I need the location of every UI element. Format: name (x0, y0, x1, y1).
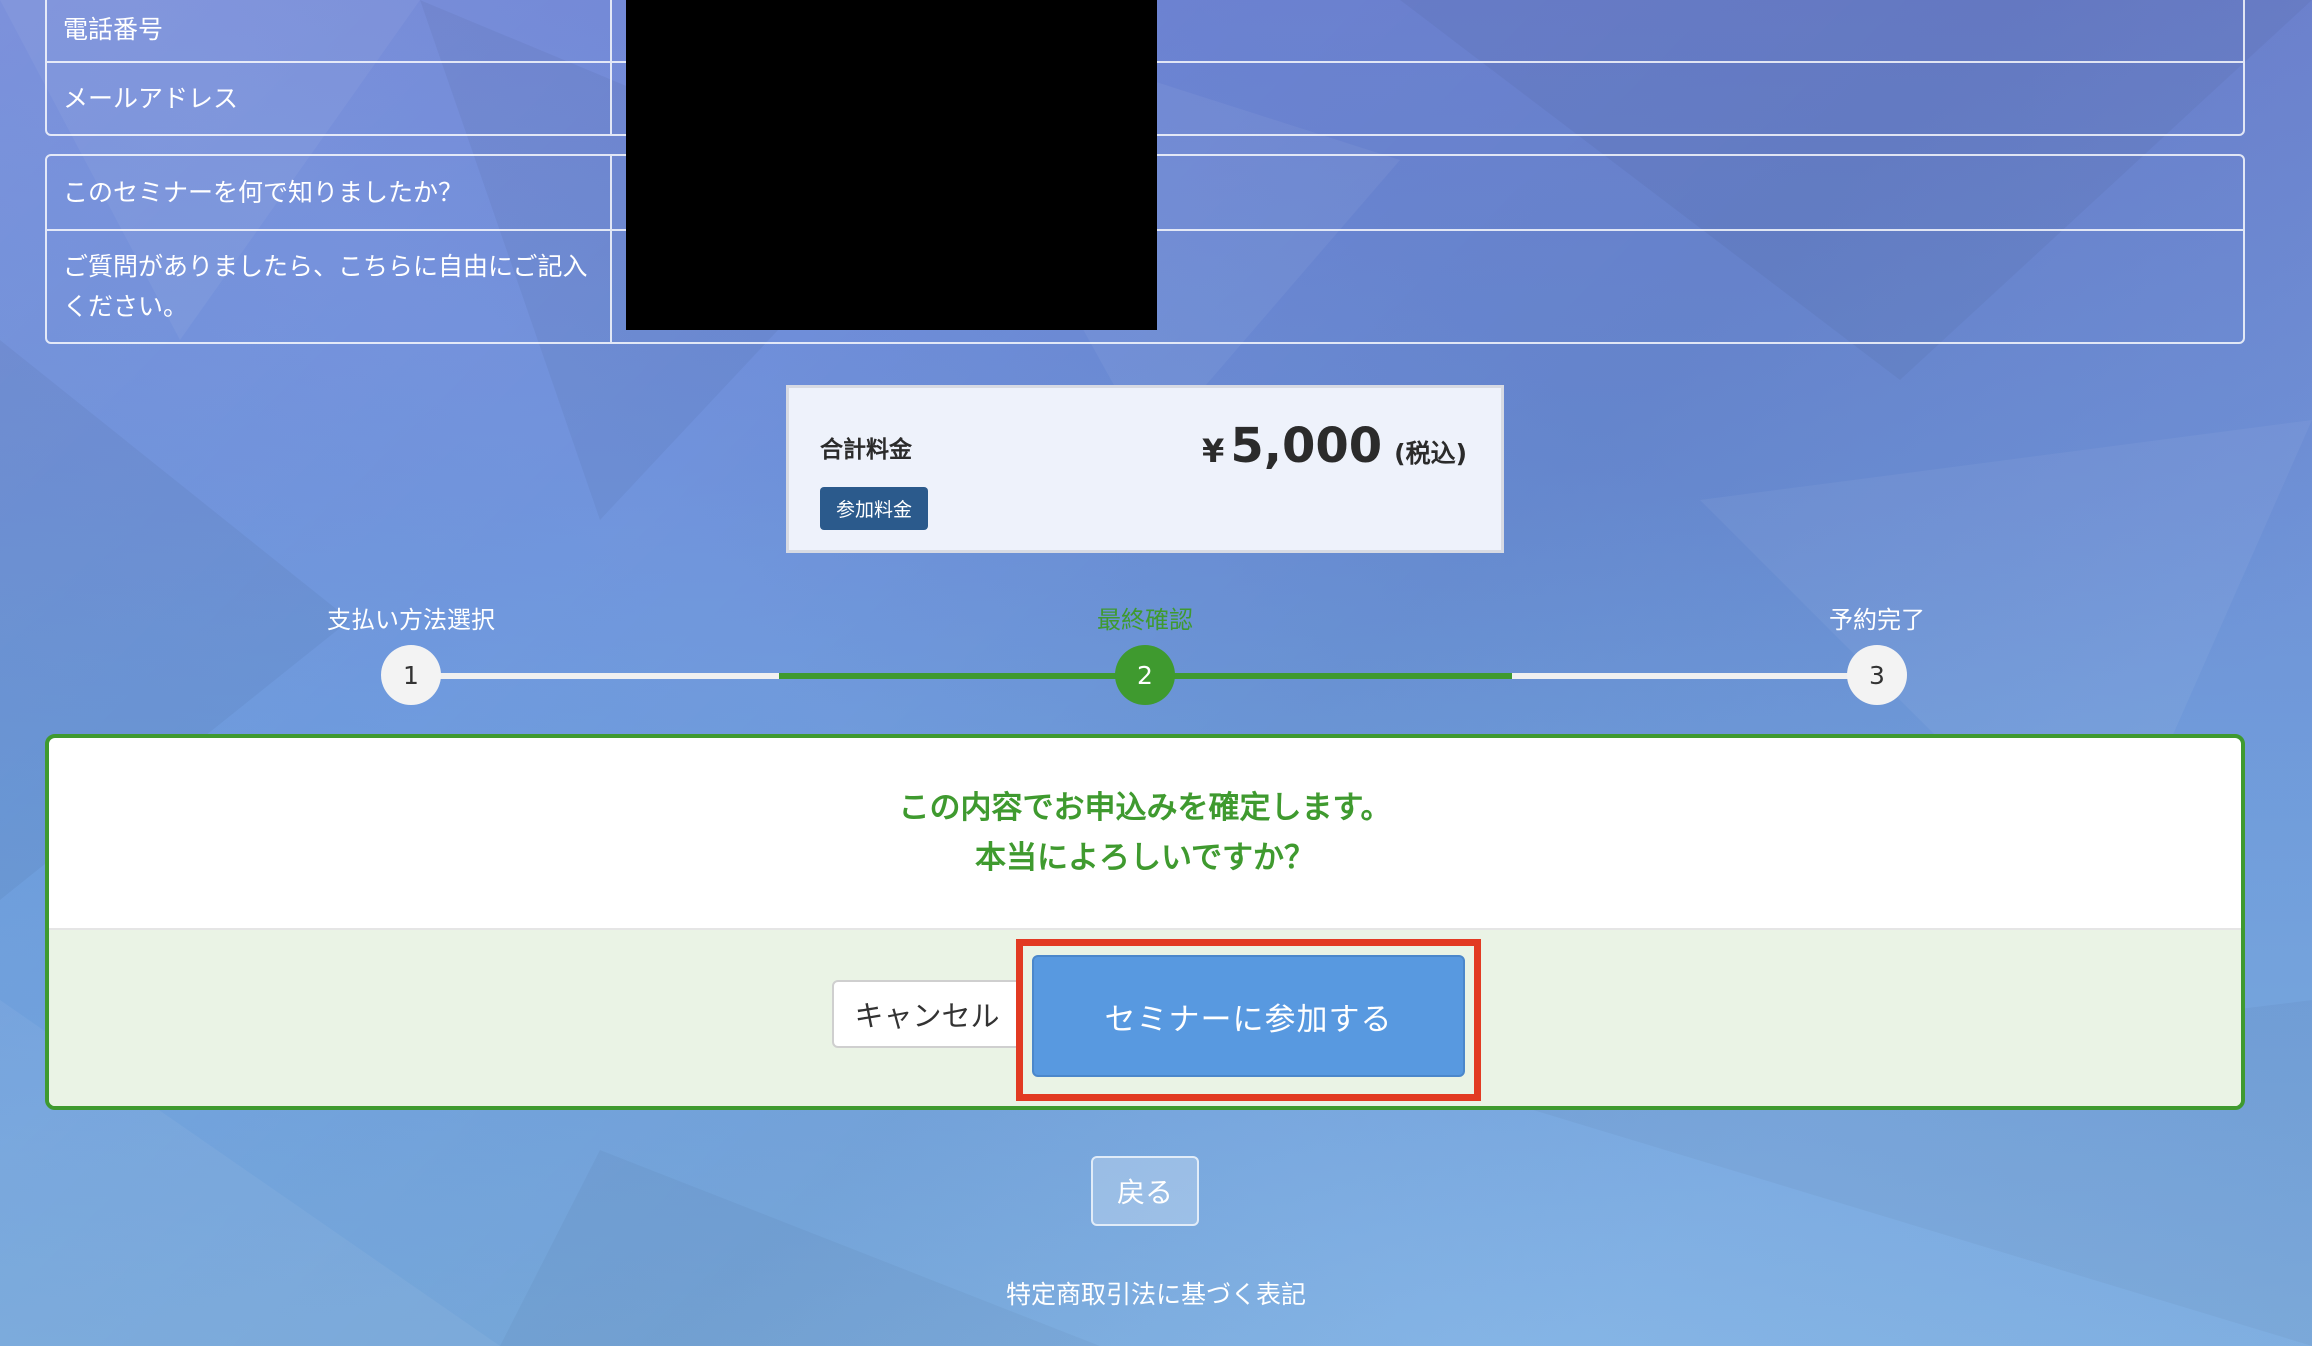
step-circle-1: 1 (381, 645, 441, 705)
confirm-message-line-2: 本当によろしいですか？ (974, 840, 1316, 876)
redacted-block (626, 0, 1157, 330)
step-line-1 (411, 673, 779, 679)
fee-type-badge: 参加料金 (820, 487, 929, 530)
currency-symbol: ¥ (1202, 432, 1225, 470)
total-price-value: ¥ 5,000 (税込) (1202, 418, 1467, 474)
confirm-message-line-1: この内容でお申込みを確定します。 (898, 790, 1392, 826)
question-label: ご質問がありましたら、こちらに自由にご記入ください。 (47, 231, 612, 342)
step-circle-3: 3 (1847, 645, 1907, 705)
email-label: メールアドレス (47, 63, 612, 134)
legal-notice-link[interactable]: 特定商取引法に基づく表記 (0, 1275, 2312, 1311)
back-button[interactable]: 戻る (1091, 1156, 1199, 1226)
tax-note: (税込) (1394, 439, 1467, 468)
confirm-actions: キャンセル セミナーに参加する (49, 930, 2241, 1106)
step-label-2: 最終確認 (1097, 606, 1193, 634)
step-line-3 (1512, 673, 1877, 679)
step-circle-2: 2 (1115, 645, 1175, 705)
step-label-1: 支払い方法選択 (327, 606, 495, 634)
cancel-button[interactable]: キャンセル (832, 980, 1022, 1048)
referral-label: このセミナーを何で知りましたか？ (47, 156, 612, 229)
total-price-label: 合計料金 (820, 437, 912, 463)
phone-label: 電話番号 (47, 0, 612, 61)
join-seminar-button[interactable]: セミナーに参加する (1032, 955, 1465, 1077)
step-label-3: 予約完了 (1829, 606, 1925, 634)
confirm-panel: この内容でお申込みを確定します。 本当によろしいですか？ キャンセル セミナーに… (45, 734, 2245, 1110)
price-amount: 5,000 (1230, 418, 1383, 474)
confirm-message: この内容でお申込みを確定します。 本当によろしいですか？ (49, 738, 2241, 930)
total-price-box: 合計料金 参加料金 ¥ 5,000 (税込) (786, 385, 1504, 553)
progress-steps: 支払い方法選択 最終確認 予約完了 1 2 3 (0, 590, 2312, 710)
